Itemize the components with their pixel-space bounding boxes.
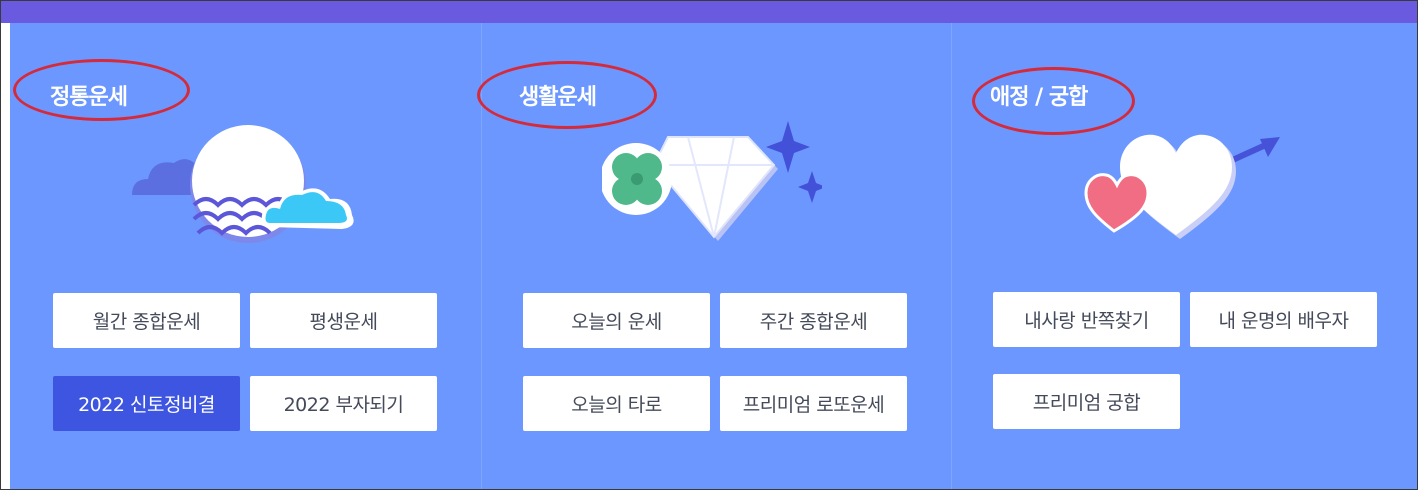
hearts-arrow-icon — [1084, 134, 1280, 239]
section-daily-fortune: 생활운세 오늘의 운세 주간 종합운세 오늘의 타로 프리미엄 로또운세 — [477, 23, 950, 489]
section-traditional-fortune: 정통운세 월간 종합운세 평생운세 2022 신토정비결 2022 부자되기 — [10, 23, 480, 489]
premium-compatibility-button[interactable]: 프리미엄 궁합 — [993, 374, 1180, 429]
fortune-menu: 정통운세 월간 종합운세 평생운세 2022 신토정비결 2022 부자되기 생… — [0, 0, 1418, 490]
find-soulmate-button[interactable]: 내사랑 반쪽찾기 — [993, 292, 1180, 347]
left-edge — [1, 23, 10, 489]
wealth-2022-button[interactable]: 2022 부자되기 — [250, 376, 437, 431]
lifetime-fortune-button[interactable]: 평생운세 — [250, 293, 437, 348]
top-bar — [1, 1, 1417, 23]
weekly-fortune-button[interactable]: 주간 종합운세 — [720, 293, 907, 348]
moon-wave-cloud-icon — [132, 125, 354, 243]
section-title: 생활운세 — [519, 85, 597, 110]
today-tarot-button[interactable]: 오늘의 타로 — [523, 376, 710, 431]
section-love-compatibility: 애정 / 궁합 내사랑 반쪽찾기 내 운명의 배우자 프리미엄 궁합 — [951, 23, 1417, 489]
clover-diamond-icon — [602, 121, 822, 241]
premium-lotto-button[interactable]: 프리미엄 로또운세 — [720, 376, 907, 431]
section-title: 애정 / 궁합 — [990, 85, 1088, 110]
destined-spouse-button[interactable]: 내 운명의 배우자 — [1190, 292, 1377, 347]
tojeong-2022-button[interactable]: 2022 신토정비결 — [53, 376, 240, 431]
today-fortune-button[interactable]: 오늘의 운세 — [523, 293, 710, 348]
section-title: 정통운세 — [50, 85, 128, 110]
monthly-fortune-button[interactable]: 월간 종합운세 — [53, 293, 240, 348]
